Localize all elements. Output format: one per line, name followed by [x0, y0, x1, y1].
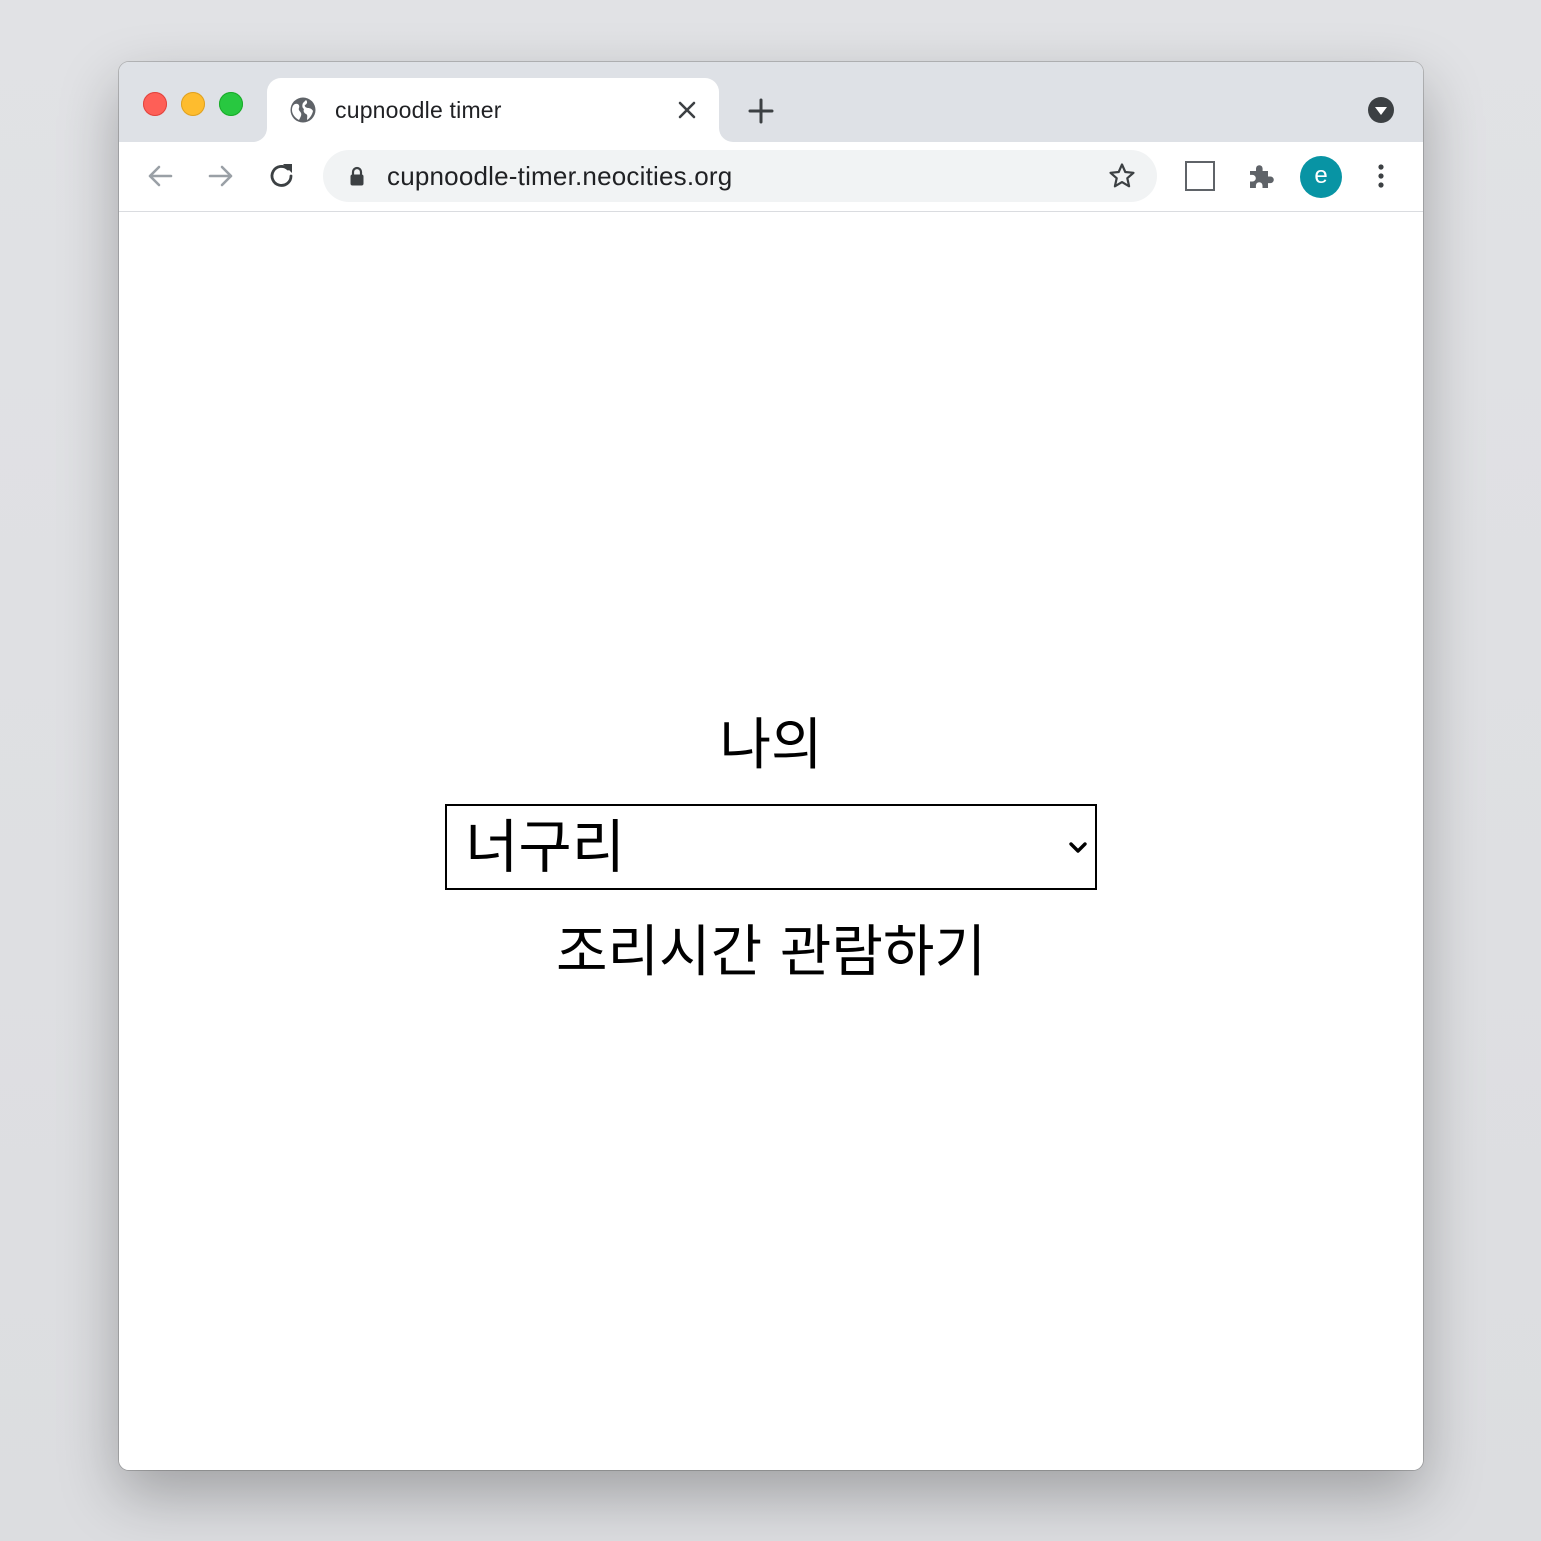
- tab-strip: cupnoodle timer: [119, 62, 1423, 142]
- globe-icon: [290, 97, 316, 123]
- plus-icon[interactable]: [745, 95, 777, 127]
- window-close-button[interactable]: [143, 92, 167, 116]
- reload-icon[interactable]: [266, 160, 298, 192]
- star-icon[interactable]: [1107, 161, 1137, 191]
- arrow-right-icon[interactable]: [205, 160, 237, 192]
- chevron-down-icon[interactable]: [1067, 836, 1089, 858]
- arrow-left-icon[interactable]: [144, 160, 176, 192]
- view-cook-time-link[interactable]: 조리시간 관람하기: [119, 918, 1423, 988]
- window-minimize-button[interactable]: [181, 92, 205, 116]
- puzzle-icon[interactable]: [1245, 160, 1277, 192]
- ramen-select-value: 너구리: [465, 813, 626, 881]
- window-maximize-button[interactable]: [219, 92, 243, 116]
- kebab-menu-icon[interactable]: [1365, 160, 1397, 192]
- close-icon[interactable]: [673, 96, 701, 124]
- ramen-select[interactable]: 너구리: [445, 804, 1097, 890]
- browser-toolbar: cupnoodle-timer.neocities.org: [119, 142, 1423, 212]
- lock-icon[interactable]: [345, 164, 369, 188]
- browser-window: cupnoodle timer cupnoodle-timer.neocitie…: [119, 62, 1423, 1470]
- page-content: 나의 너구리 조리시간 관람하기: [119, 212, 1423, 1470]
- heading-my: 나의: [719, 713, 823, 778]
- tab-cupnoodle-timer[interactable]: cupnoodle timer: [267, 78, 719, 142]
- address-bar[interactable]: cupnoodle-timer.neocities.org: [323, 150, 1157, 202]
- profile-avatar[interactable]: e: [1300, 156, 1342, 198]
- tab-title: cupnoodle timer: [335, 97, 502, 123]
- square-icon[interactable]: [1185, 161, 1215, 191]
- chevron-down-circle-icon[interactable]: [1367, 96, 1395, 124]
- url-text[interactable]: cupnoodle-timer.neocities.org: [387, 161, 732, 191]
